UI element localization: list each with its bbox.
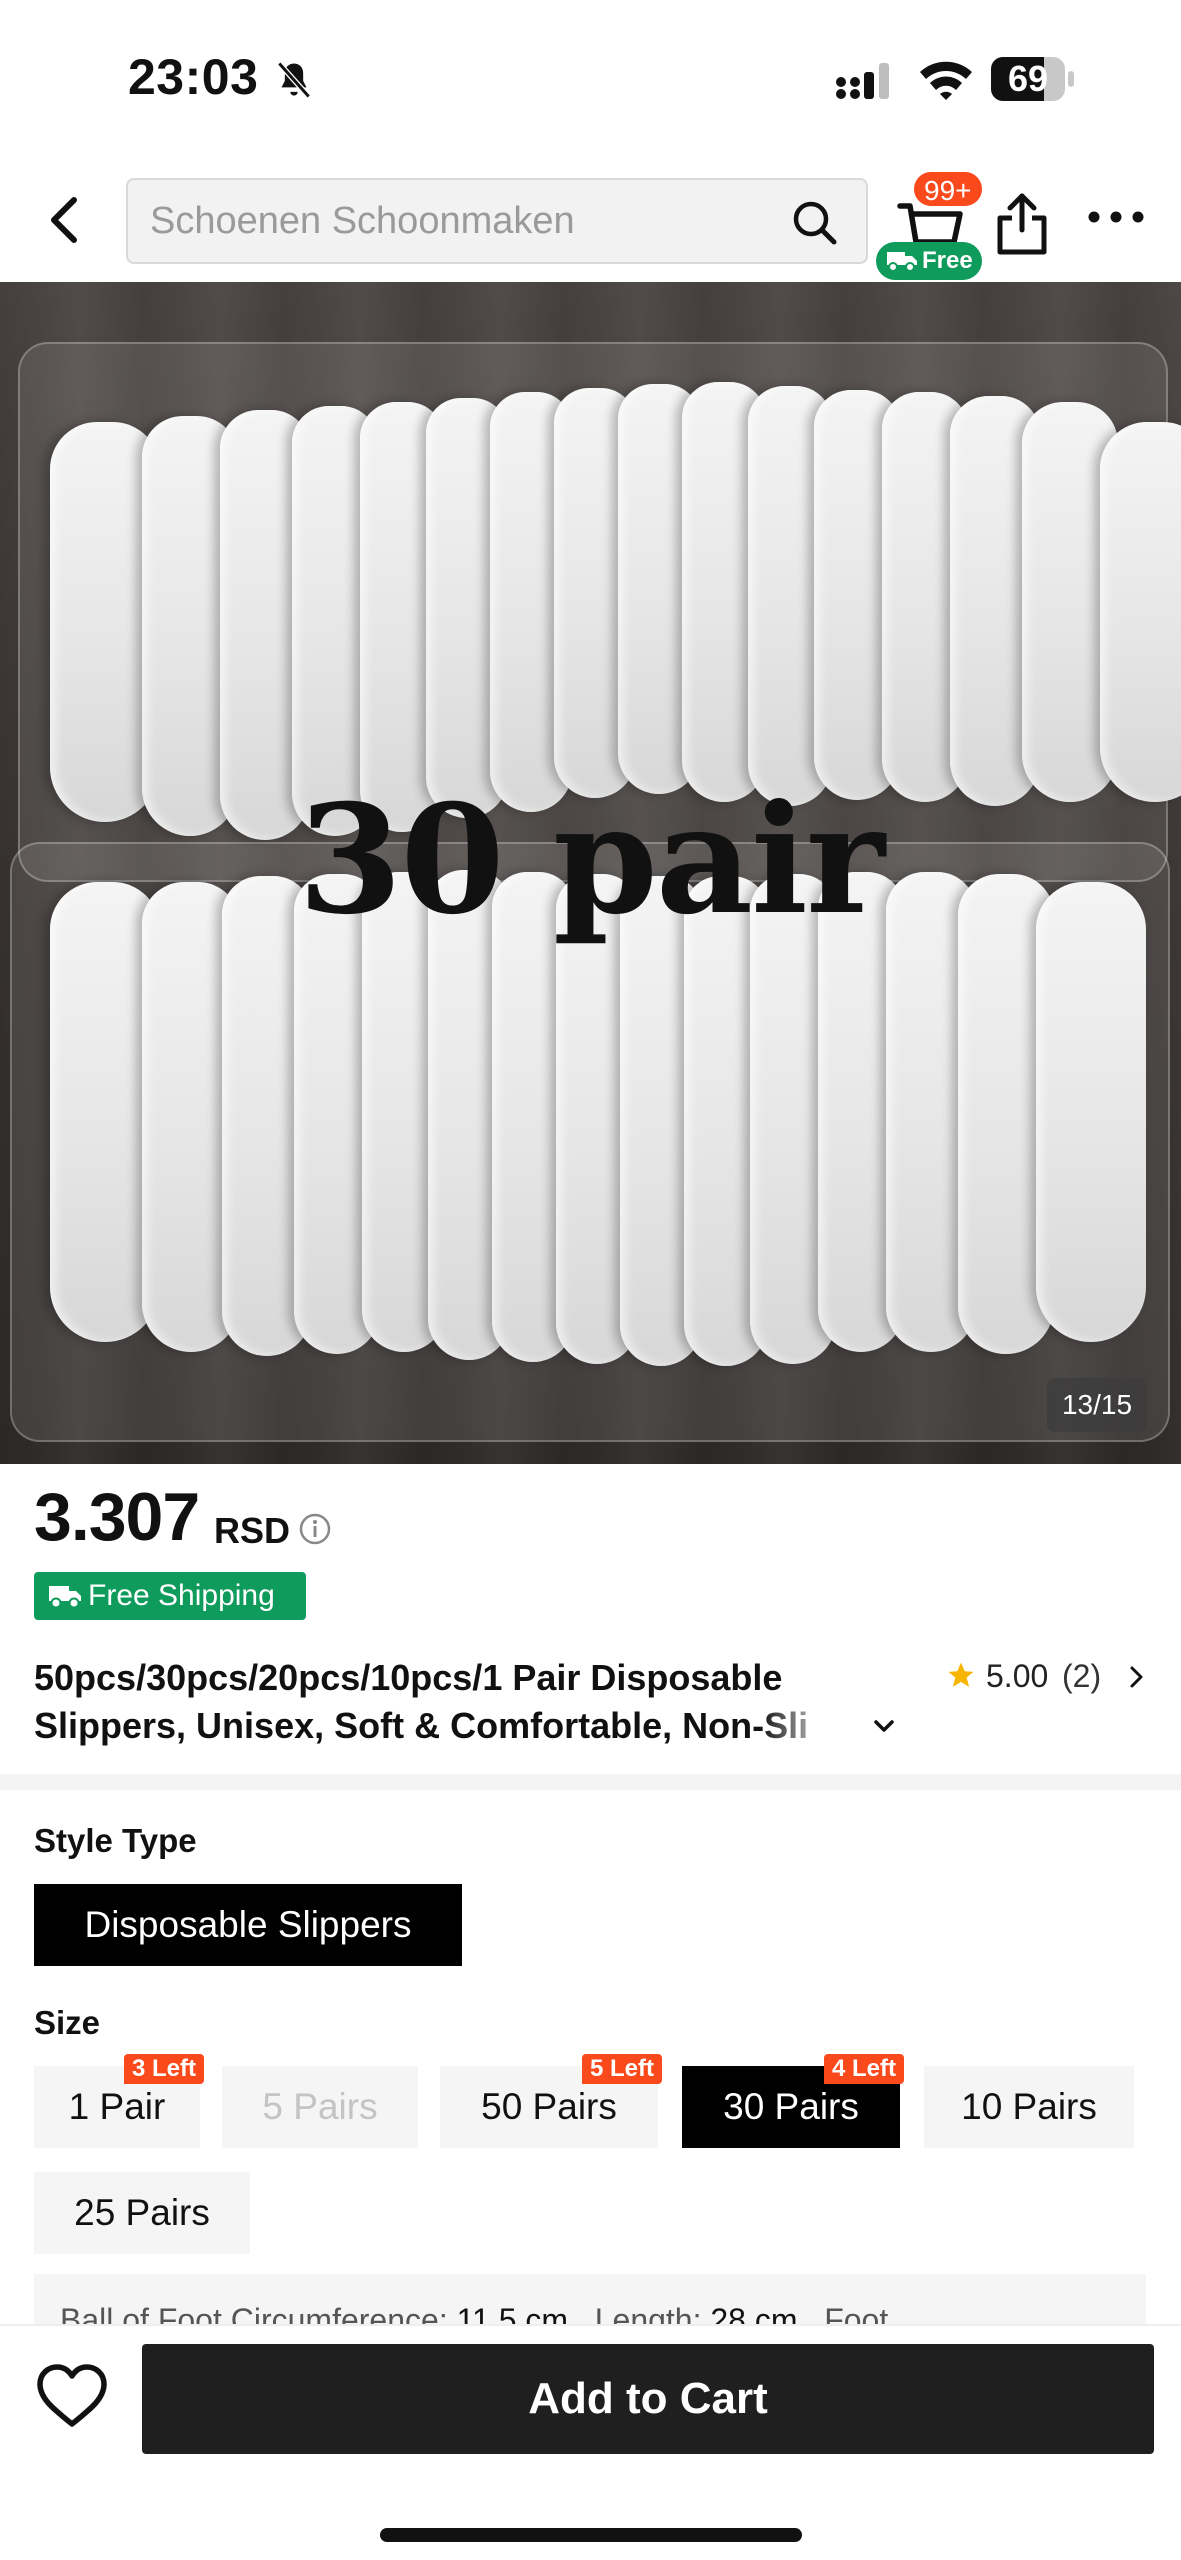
search-bar[interactable]: Schoenen Schoonmaken [126,178,868,264]
product-title-line2: Slippers, Unisex, Soft & Comfortable, No… [34,1705,809,1746]
foot-label: Foot [824,2302,889,2324]
stock-left-badge: 3 Left [123,2054,204,2084]
heart-icon[interactable] [32,2356,112,2436]
size-option-label: 1 Pair [68,2086,166,2127]
back-arrow-icon[interactable] [36,190,96,250]
image-counter: 13/15 [1047,1378,1147,1432]
size-option-label: 30 Pairs [723,2086,859,2127]
size-info-text: Ball of Foot Circumference: 11.5 cm Leng… [60,2302,888,2324]
share-icon[interactable] [990,188,1054,258]
truck-icon [887,252,917,272]
status-time: 23:03 [128,49,259,105]
add-to-cart-button[interactable]: Add to Cart [142,2344,1154,2454]
product-price: 3.307 [34,1479,200,1555]
style-type-label: Style Type [34,1822,197,1859]
price-currency: RSD [214,1510,291,1551]
rating-value: 5.00 [986,1658,1049,1694]
home-indicator[interactable] [380,2528,802,2542]
stock-left-badge: 5 Left [581,2054,662,2084]
section-divider [0,1774,1181,1790]
bell-off-icon [277,61,311,99]
free-shipping-badge: Free Shipping [34,1572,306,1620]
product-title[interactable]: 50pcs/30pcs/20pcs/10pcs/1 Pair Disposabl… [34,1654,874,1750]
product-title-line1: 50pcs/30pcs/20pcs/10pcs/1 Pair Disposabl… [34,1657,783,1698]
search-icon[interactable] [790,198,838,246]
size-option-label: 25 Pairs [74,2192,210,2233]
more-options-icon[interactable] [1086,202,1146,232]
rating-count: (2) [1062,1658,1102,1694]
size-info-panel: Ball of Foot Circumference: 11.5 cm Leng… [34,2274,1146,2324]
style-option-disposable-slippers[interactable]: Disposable Slippers [34,1884,462,1966]
length-value: 28 cm [710,2302,798,2324]
size-label: Size [34,2004,101,2041]
ball-circumference-value: 11.5 cm [456,2302,569,2324]
status-bar: 23:03 69 [0,0,1181,160]
free-shipping-mini-badge: Free [876,242,982,280]
cart-count-badge: 99+ [912,170,984,208]
length-label: Length: [594,2302,702,2324]
search-input[interactable]: Schoenen Schoonmaken [150,180,750,262]
product-image-carousel[interactable]: 30 pair 13/15 [0,282,1181,1464]
size-option-30-pairs[interactable]: 30 Pairs 4 Left [682,2054,904,2148]
size-option-10-pairs[interactable]: 10 Pairs [924,2066,1134,2148]
bottom-action-bar: Add to Cart [0,2324,1181,2560]
title-fade [760,1706,860,1752]
truck-icon [49,1586,81,1609]
size-option-label: 50 Pairs [481,2086,617,2127]
top-nav-bar: Schoenen Schoonmaken 99+ Free [0,160,1181,282]
wifi-icon [920,61,972,100]
free-badge-label: Free [922,247,973,274]
chevron-right-icon [1130,1666,1143,1688]
stock-left-badge: 4 Left [823,2054,904,2084]
size-option-label: 5 Pairs [262,2086,378,2127]
info-icon[interactable] [298,1512,332,1546]
ball-circumference-label: Ball of Foot Circumference: [60,2302,448,2324]
cellular-signal-icon [836,63,889,99]
free-shipping-label: Free Shipping [88,1579,275,1612]
size-option-label: 10 Pairs [961,2086,1097,2127]
star-icon [948,1662,974,1687]
image-overlay-text: 30 pair [297,772,885,948]
size-option-25-pairs[interactable]: 25 Pairs [34,2172,250,2254]
chevron-down-icon[interactable] [870,1712,898,1740]
battery-indicator: 69 [990,56,1076,102]
size-option-1-pair[interactable]: 1 Pair 3 Left [34,2054,204,2148]
size-option-5-pairs[interactable]: 5 Pairs [222,2066,418,2148]
battery-level: 69 [1007,58,1049,99]
size-option-50-pairs[interactable]: 50 Pairs 5 Left [440,2054,662,2148]
